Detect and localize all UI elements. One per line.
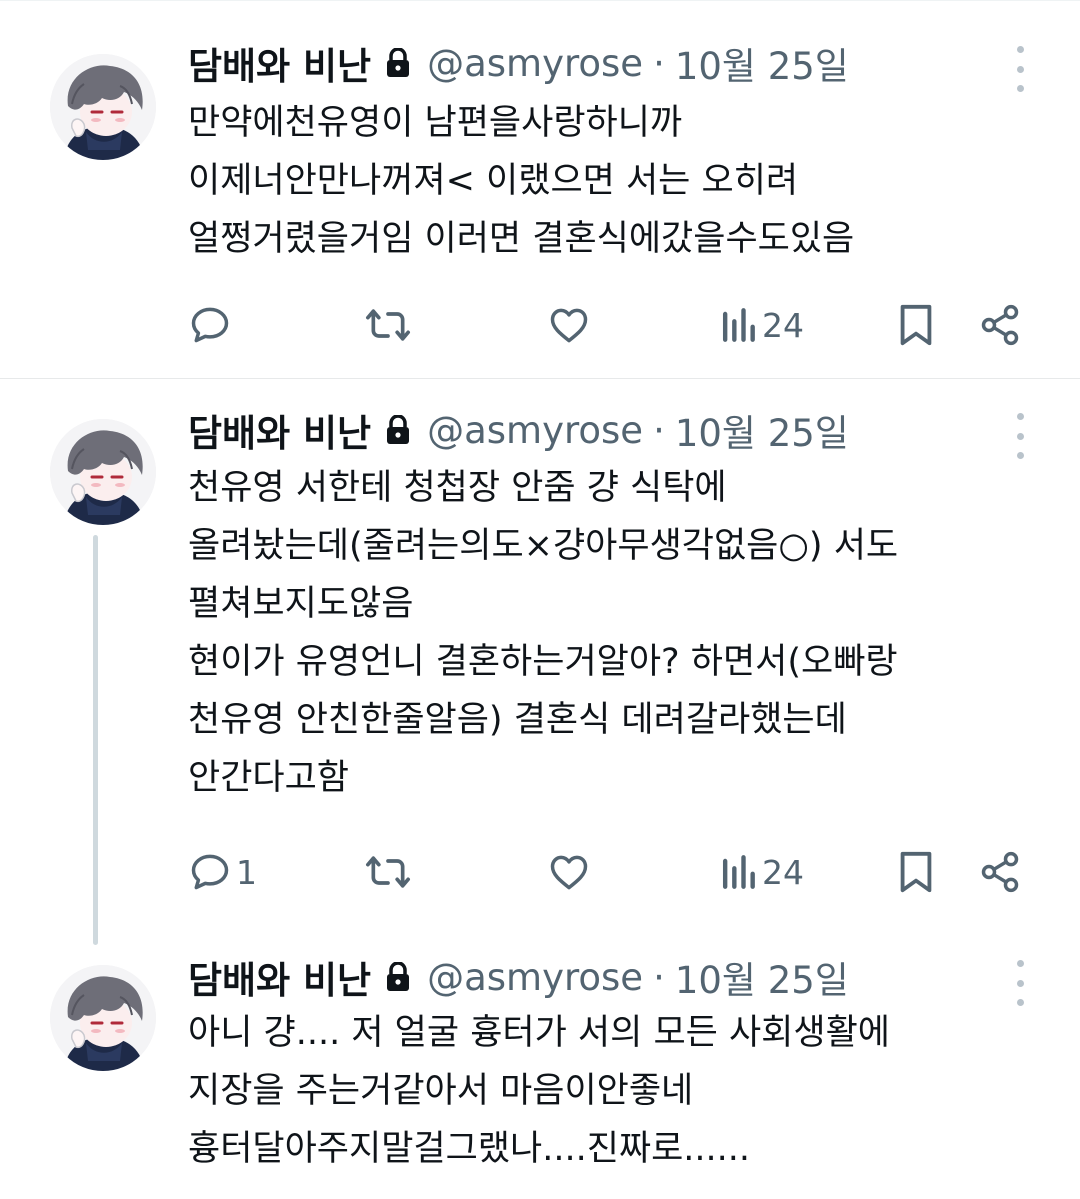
tweet-text-line: 이제너안만나꺼져< 이랬으면 서는 오히려 bbox=[188, 161, 799, 201]
share-icon bbox=[978, 850, 1022, 894]
lock-icon bbox=[385, 415, 411, 445]
avatar[interactable] bbox=[50, 54, 156, 160]
tweet[interactable]: 담배와 비난 @asmyrose · 10월 25일 만약에천유영이 남편을사랑… bbox=[0, 0, 1080, 378]
tweet-text-line: 현이가 유영언니 결혼하는거알아? 하면서(오빠랑 bbox=[188, 642, 898, 682]
views-icon bbox=[718, 303, 758, 347]
reply-icon bbox=[188, 303, 232, 347]
action-bar: 1 24 bbox=[0, 842, 1080, 902]
share-button[interactable] bbox=[978, 295, 1022, 355]
display-name[interactable]: 담배와 비난 bbox=[188, 36, 371, 90]
tweet[interactable]: 담배와 비난 @asmyrose · 10월 25일 아니 걍.... 저 얼굴… bbox=[0, 940, 1080, 1199]
tweet[interactable]: 담배와 비난 @asmyrose · 10월 25일 천유영 서한테 청첩장 안… bbox=[0, 379, 1080, 945]
tweet-text-line: 천유영 안친한줄알음) 결혼식 데려갈라했는데 bbox=[188, 700, 847, 740]
handle[interactable]: @asmyrose bbox=[427, 42, 643, 85]
lock-icon bbox=[385, 962, 411, 992]
views-count: 24 bbox=[762, 305, 804, 345]
tweet-text: 만약에천유영이 남편을사랑하니까 이제너안만나꺼져< 이랬으면 서는 오히려 얼… bbox=[188, 94, 1048, 268]
tweet-text-line: 얼쩡거렸을거임 이러면 결혼식에갔을수도있음 bbox=[188, 219, 855, 259]
repost-button[interactable] bbox=[364, 295, 416, 355]
views-icon bbox=[718, 850, 758, 894]
tweet-text: 천유영 서한테 청첩장 안줌 걍 식탁에 올려놨는데(줄려는의도×걍아무생각없음… bbox=[188, 459, 1048, 807]
reply-count: 1 bbox=[236, 852, 257, 892]
more-options-icon[interactable] bbox=[1006, 46, 1034, 92]
reply-button[interactable] bbox=[188, 295, 236, 355]
views-count: 24 bbox=[762, 852, 804, 892]
handle[interactable]: @asmyrose bbox=[427, 409, 643, 452]
repost-button[interactable] bbox=[364, 842, 416, 902]
more-options-icon[interactable] bbox=[1006, 960, 1034, 1006]
bookmark-button[interactable] bbox=[896, 842, 936, 902]
tweet-text-line: 올려놨는데(줄려는의도×걍아무생각없음○) 서도 bbox=[188, 526, 899, 566]
tweet-header: 담배와 비난 @asmyrose · 10월 25일 bbox=[188, 950, 849, 1004]
handle[interactable]: @asmyrose bbox=[427, 956, 643, 999]
display-name[interactable]: 담배와 비난 bbox=[188, 403, 371, 457]
repost-icon bbox=[364, 850, 412, 894]
tweet-text-line: 천유영 서한테 청첩장 안줌 걍 식탁에 bbox=[188, 468, 727, 508]
tweet-text-line: 지장을 주는거같아서 마음이안좋네 bbox=[188, 1071, 694, 1111]
tweet-text-line: 펼쳐보지도않음 bbox=[188, 584, 414, 624]
tweet-text: 아니 걍.... 저 얼굴 흉터가 서의 모든 사회생활에 지장을 주는거같아서… bbox=[188, 1004, 1048, 1178]
bookmark-icon bbox=[896, 302, 936, 348]
reply-icon bbox=[188, 850, 232, 894]
separator-dot: · bbox=[653, 955, 665, 999]
display-name[interactable]: 담배와 비난 bbox=[188, 950, 371, 1004]
timestamp[interactable]: 10월 25일 bbox=[675, 36, 849, 90]
like-button[interactable] bbox=[546, 842, 596, 902]
reply-button[interactable]: 1 bbox=[188, 842, 257, 902]
tweet-header: 담배와 비난 @asmyrose · 10월 25일 bbox=[188, 36, 849, 90]
tweet-header: 담배와 비난 @asmyrose · 10월 25일 bbox=[188, 403, 849, 457]
timestamp[interactable]: 10월 25일 bbox=[675, 403, 849, 457]
views-button[interactable]: 24 bbox=[718, 295, 804, 355]
bookmark-icon bbox=[896, 849, 936, 895]
bookmark-button[interactable] bbox=[896, 295, 936, 355]
like-button[interactable] bbox=[546, 295, 596, 355]
lock-icon bbox=[385, 48, 411, 78]
avatar[interactable] bbox=[50, 419, 156, 525]
tweet-text-line: 안간다고함 bbox=[188, 758, 350, 798]
action-bar: 24 bbox=[0, 295, 1080, 355]
share-button[interactable] bbox=[978, 842, 1022, 902]
separator-dot: · bbox=[653, 408, 665, 452]
views-button[interactable]: 24 bbox=[718, 842, 804, 902]
timestamp[interactable]: 10월 25일 bbox=[675, 950, 849, 1004]
repost-icon bbox=[364, 303, 412, 347]
like-icon bbox=[546, 850, 592, 894]
share-icon bbox=[978, 303, 1022, 347]
separator-dot: · bbox=[653, 41, 665, 85]
tweet-text-line: 흉터달아주지말걸그랬나....진짜로...... bbox=[188, 1129, 751, 1169]
tweet-text-line: 아니 걍.... 저 얼굴 흉터가 서의 모든 사회생활에 bbox=[188, 1013, 890, 1053]
more-options-icon[interactable] bbox=[1006, 413, 1034, 459]
like-icon bbox=[546, 303, 592, 347]
tweet-text-line: 만약에천유영이 남편을사랑하니까 bbox=[188, 103, 683, 143]
avatar[interactable] bbox=[50, 965, 156, 1071]
